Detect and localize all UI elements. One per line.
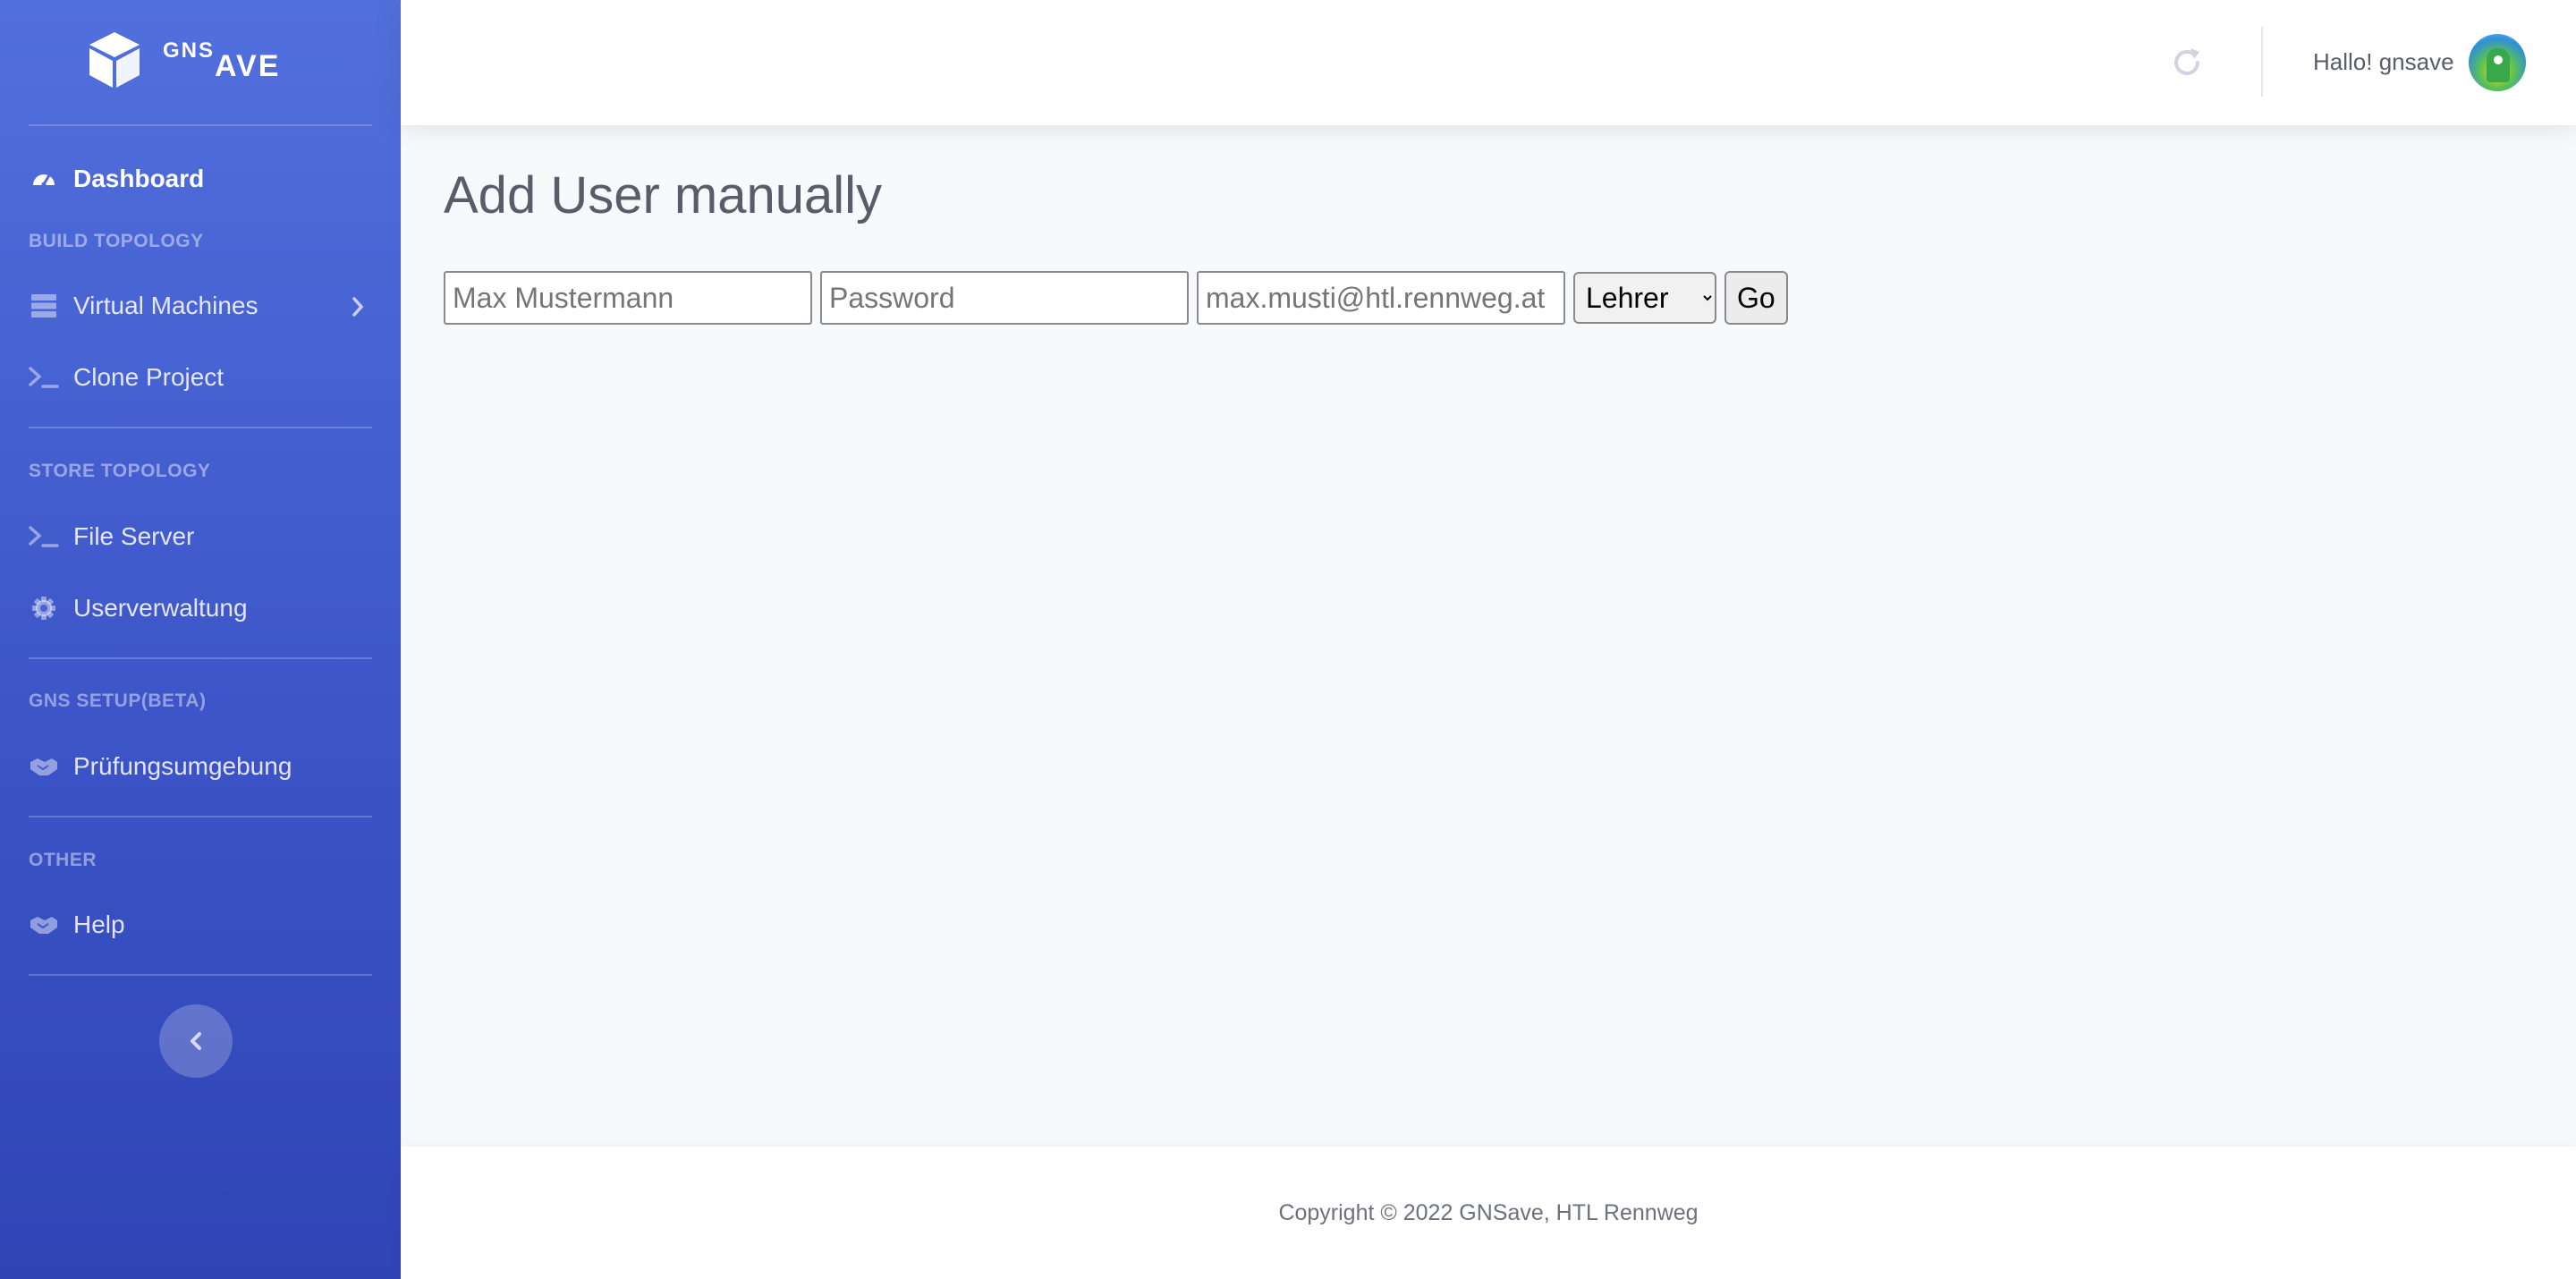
sidebar-divider (29, 974, 372, 976)
sidebar-item-virtual-machines[interactable]: Virtual Machines (29, 279, 372, 333)
sidebar-heading-other: OTHER (29, 850, 97, 870)
footer: Copyright © 2022 GNSave, HTL Rennweg (401, 1147, 2576, 1279)
sidebar-item-label: Prüfungsumgebung (73, 752, 292, 780)
sidebar-item-label: Userverwaltung (73, 594, 248, 622)
gear-icon (29, 593, 59, 623)
sidebar-item-dashboard[interactable]: Dashboard (29, 152, 372, 206)
email-input[interactable] (1197, 271, 1565, 325)
brand-name-part2: AVE (215, 48, 281, 83)
go-button[interactable]: Go (1724, 271, 1788, 325)
sidebar-divider (29, 427, 372, 428)
sidebar-divider (29, 124, 372, 126)
sidebar-item-help[interactable]: Help (29, 898, 372, 952)
sidebar-item-label: File Server (73, 522, 195, 550)
sidebar-item-label: Virtual Machines (73, 292, 258, 319)
topbar: Hallo! gnsave (401, 0, 2576, 125)
sidebar-item-userverwaltung[interactable]: Userverwaltung (29, 581, 372, 635)
chevron-right-icon (351, 295, 365, 324)
sidebar-item-pruefungsumgebung[interactable]: Prüfungsumgebung (29, 740, 372, 793)
terminal-icon (29, 362, 59, 393)
avatar-eye (2494, 55, 2503, 64)
brand[interactable]: GNS AVE (86, 29, 280, 91)
handshake-icon (29, 910, 59, 940)
sidebar-item-label: Dashboard (73, 165, 205, 192)
sidebar-item-clone-project[interactable]: Clone Project (29, 351, 372, 404)
name-input[interactable] (444, 271, 812, 325)
user-greeting[interactable]: Hallo! gnsave (2313, 48, 2454, 76)
sidebar-item-label: Clone Project (73, 363, 225, 391)
topbar-divider (2261, 27, 2263, 97)
sidebar-divider (29, 657, 372, 659)
cube-logo-icon (89, 32, 140, 88)
sidebar-toggle-button[interactable] (159, 1004, 233, 1078)
page-title: Add User manually (444, 166, 882, 224)
add-user-form: Lehrer Go (444, 271, 1788, 325)
chevron-left-icon (191, 1032, 201, 1050)
sidebar-divider (29, 816, 372, 817)
avatar[interactable] (2469, 34, 2526, 91)
handshake-icon (29, 751, 59, 782)
tachometer-icon (29, 164, 59, 194)
sidebar-heading-store: STORE TOPOLOGY (29, 461, 211, 481)
brand-name: GNS AVE (163, 37, 280, 84)
sidebar-item-file-server[interactable]: File Server (29, 510, 372, 563)
avatar-figure (2487, 48, 2510, 82)
refresh-icon[interactable] (2169, 45, 2205, 80)
role-select[interactable]: Lehrer (1573, 272, 1716, 324)
server-icon (29, 291, 59, 321)
brand-name-part1: GNS (163, 38, 216, 63)
sidebar-heading-build: BUILD TOPOLOGY (29, 231, 204, 251)
copyright-text: Copyright © 2022 GNSave, HTL Rennweg (1278, 1200, 1699, 1225)
password-input[interactable] (820, 271, 1189, 325)
sidebar-heading-gns-setup: GNS SETUP(BETA) (29, 690, 207, 711)
sidebar: GNS AVE Dashboard BUILD TOPOLOGY Virtual… (0, 0, 401, 1279)
sidebar-item-label: Help (73, 911, 125, 938)
terminal-icon (29, 521, 59, 552)
